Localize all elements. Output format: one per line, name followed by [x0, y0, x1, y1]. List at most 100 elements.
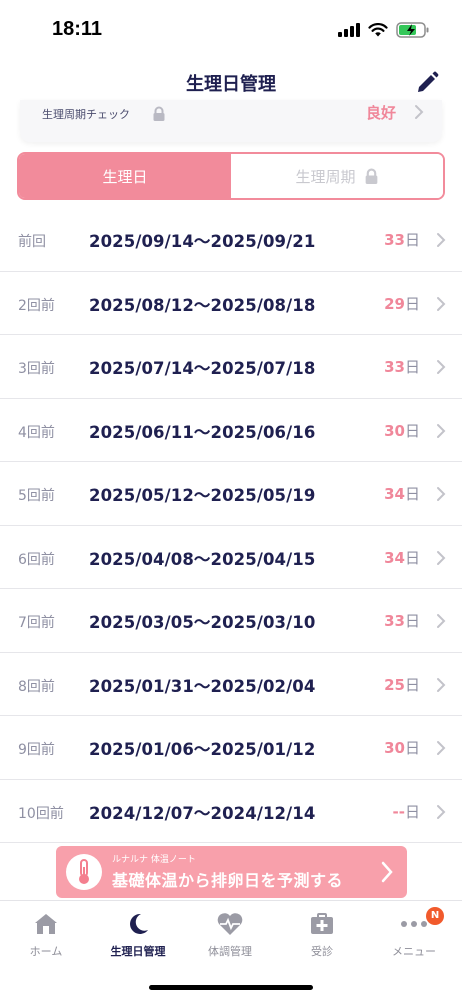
tab-condition[interactable]: 体調管理 [184, 909, 276, 965]
period-row[interactable]: 10回前 2024/12/07～2024/12/14 --日 [0, 780, 462, 843]
tab-period-management[interactable]: 生理日管理 [92, 909, 184, 965]
period-row-dates: 2025/03/05～2025/03/10 [89, 613, 316, 632]
period-row-label: 前回 [18, 234, 46, 250]
home-indicator [149, 985, 313, 990]
period-row-dates: 2025/05/12～2025/05/19 [89, 486, 316, 505]
period-row-unit: 日 [404, 358, 420, 376]
period-row-dates: 2025/07/14～2025/07/18 [89, 359, 316, 378]
period-row[interactable]: 前回 2025/09/14～2025/09/21 33日 [0, 208, 462, 272]
period-row-unit: 日 [404, 739, 420, 757]
period-row-length: --日 [393, 801, 420, 822]
period-row-days: 34 [384, 548, 405, 567]
period-row-length: 33日 [384, 356, 420, 377]
period-row-label: 7回前 [18, 615, 55, 631]
period-row-label: 9回前 [18, 742, 55, 758]
chevron-right-icon [437, 677, 446, 692]
tab-home-label: ホーム [29, 945, 63, 958]
tab-condition-label: 体調管理 [208, 945, 252, 958]
chevron-right-icon [415, 105, 424, 119]
tab-consultation[interactable]: 受診 [276, 909, 368, 965]
edit-button[interactable] [414, 68, 442, 96]
period-row-days: 25 [384, 675, 405, 694]
period-row-unit: 日 [404, 548, 420, 567]
period-row-length: 34日 [384, 547, 420, 568]
period-row-label: 5回前 [18, 488, 55, 504]
battery-charging-icon [396, 22, 429, 38]
tab-period-management-label: 生理日管理 [110, 945, 166, 958]
period-row-dates: 2025/08/12～2025/08/18 [89, 295, 316, 315]
period-row-length: 30日 [384, 420, 420, 441]
heart-pulse-icon [217, 913, 243, 935]
tab-consultation-label: 受診 [311, 945, 333, 958]
period-row-label: 3回前 [18, 361, 55, 377]
tab-bar: ホーム 生理日管理 体調管理 受診 N メニュー [0, 900, 462, 1000]
medical-kit-icon [311, 913, 333, 934]
chevron-right-icon [437, 360, 446, 374]
period-row-days: 34 [384, 485, 405, 503]
period-row-days: 33 [384, 612, 405, 630]
home-icon [35, 914, 57, 934]
lock-icon [153, 106, 165, 121]
period-row-dates: 2025/06/11～2025/06/16 [89, 422, 316, 442]
period-row[interactable]: 6回前 2025/04/08～2025/04/15 34日 [0, 526, 462, 589]
period-row-unit: 日 [404, 294, 420, 313]
period-row[interactable]: 8回前 2025/01/31～2025/02/04 25日 [0, 653, 462, 716]
period-row[interactable]: 4回前 2025/06/11～2025/06/16 30日 [0, 399, 462, 462]
chevron-right-icon [381, 861, 393, 883]
tab-period-days[interactable]: 生理日 [19, 154, 231, 198]
wifi-icon [368, 23, 388, 37]
tab-home[interactable]: ホーム [0, 909, 92, 965]
lock-icon [365, 168, 377, 184]
chevron-right-icon [437, 741, 446, 755]
period-row-length: 29日 [384, 293, 420, 314]
chevron-right-icon [437, 423, 446, 438]
period-row-length: 33日 [384, 229, 420, 250]
period-row[interactable]: 5回前 2025/05/12～2025/05/19 34日 [0, 462, 462, 526]
period-row-unit: 日 [404, 675, 420, 694]
tab-period-days-label: 生理日 [102, 167, 148, 186]
period-row-label: 10回前 [18, 805, 64, 822]
period-row-dates: 2025/01/31～2025/02/04 [89, 676, 316, 696]
period-row-length: 34日 [384, 483, 420, 504]
period-row-label: 4回前 [18, 424, 55, 441]
thermometer-icon [66, 854, 102, 890]
period-row-length: 30日 [384, 737, 420, 758]
period-row[interactable]: 3回前 2025/07/14～2025/07/18 33日 [0, 335, 462, 399]
chevron-right-icon [437, 804, 446, 819]
signal-icon [338, 23, 360, 37]
notification-badge: N [426, 907, 444, 925]
chevron-right-icon [437, 296, 446, 311]
period-row-label: 8回前 [18, 678, 55, 695]
period-list: 前回 2025/09/14～2025/09/21 33日 2回前 2025/08/12～… [0, 208, 462, 843]
period-row-unit: 日 [404, 802, 420, 821]
period-row[interactable]: 7回前 2025/03/05～2025/03/10 33日 [0, 589, 462, 653]
banner-subtitle: ルナルナ 体温ノート [112, 855, 196, 865]
period-row-days: 33 [384, 231, 405, 249]
more-icon [401, 921, 427, 927]
period-row-days: -- [392, 802, 405, 821]
status-time: 18:11 [52, 18, 103, 40]
period-row-days: 30 [384, 739, 405, 757]
chevron-right-icon [437, 550, 446, 565]
period-row-dates: 2025/04/08～2025/04/15 [89, 549, 316, 569]
tab-period-cycle[interactable]: 生理周期 [231, 154, 443, 198]
period-row-days: 33 [384, 358, 405, 376]
period-row[interactable]: 9回前 2025/01/06～2025/01/12 30日 [0, 716, 462, 780]
period-row-dates: 2025/09/14～2025/09/21 [89, 232, 316, 251]
period-row-length: 25日 [384, 674, 420, 695]
pencil-icon [418, 71, 439, 92]
period-row-label: 6回前 [18, 551, 55, 568]
period-row[interactable]: 2回前 2025/08/12～2025/08/18 29日 [0, 272, 462, 335]
period-row-unit: 日 [404, 421, 420, 440]
chevron-right-icon [437, 233, 446, 247]
cycle-check-card[interactable]: 生理周期チェック 良好 [20, 100, 442, 142]
banner-title: 基礎体温から排卵日を予測する [112, 871, 344, 890]
period-row-dates: 2024/12/07～2024/12/14 [89, 803, 316, 823]
temperature-note-banner[interactable]: ルナルナ 体温ノート 基礎体温から排卵日を予測する [56, 846, 407, 898]
chevron-right-icon [437, 614, 446, 628]
tab-menu-label: メニュー [392, 945, 436, 958]
tab-menu[interactable]: N メニュー [368, 907, 460, 965]
period-row-dates: 2025/01/06～2025/01/12 [89, 740, 316, 759]
period-row-unit: 日 [404, 231, 420, 249]
cycle-check-status: 良好 [365, 104, 396, 122]
